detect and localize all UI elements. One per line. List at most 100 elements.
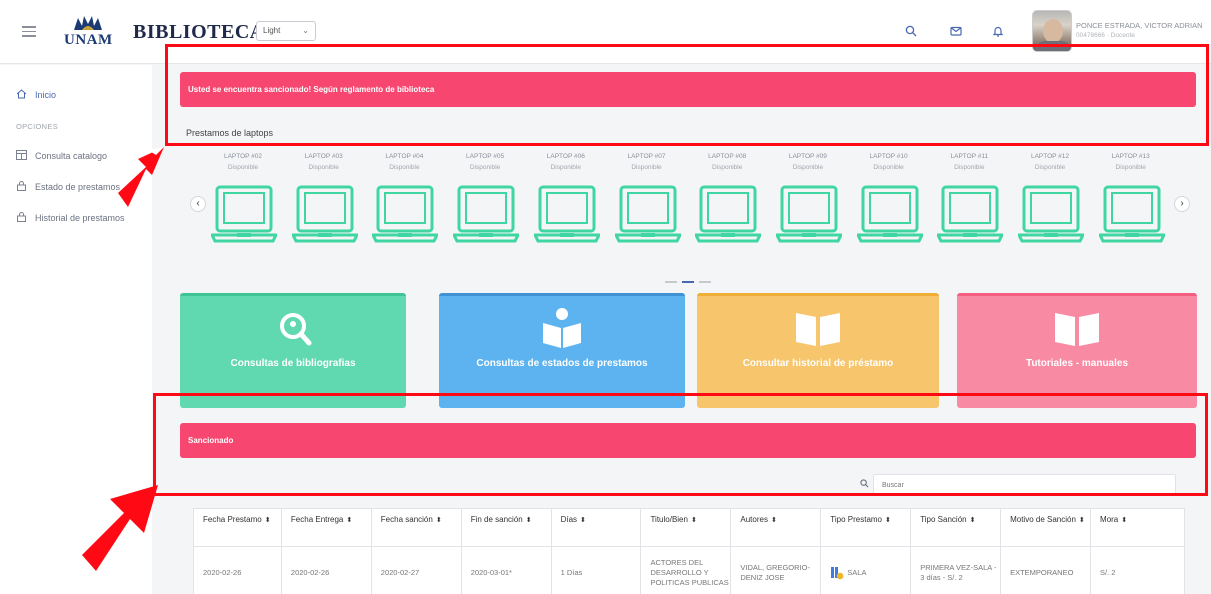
sort-icon[interactable]: ⬍ [771,517,777,524]
cell-fecha-sancion: 2020-02-27 [370,546,462,594]
carousel-dot-active[interactable] [682,281,694,283]
sort-icon[interactable]: ⬍ [691,517,697,524]
card-label: Consultar historial de préstamo [742,358,894,369]
laptop-item[interactable]: LAPTOP #05 Disponible [449,153,521,257]
column-header[interactable]: Fecha sanción ⬍ [370,508,462,547]
search-icon[interactable] [904,25,918,39]
app-title: BIBLIOTECA [133,21,265,43]
laptop-status: Disponible [550,164,581,171]
sort-icon[interactable]: ⬍ [265,517,271,524]
open-book-icon [1055,313,1099,346]
laptop-icon [372,185,439,243]
sidebar-item-historial-de-prestamos[interactable]: Historial de prestamos [16,212,125,223]
column-header[interactable]: Autores ⬍ [730,508,822,547]
column-header-label: Fin de sanción [470,515,523,524]
sort-icon[interactable]: ⬍ [526,517,532,524]
mail-icon[interactable] [949,25,963,39]
column-header[interactable]: Fin de sanción ⬍ [460,508,552,547]
unam-emblem-icon [74,16,102,30]
card-consultas-bibliografias[interactable]: Consultas de bibliografias [180,293,406,408]
column-header[interactable]: Tipo Sanción ⬍ [910,508,1002,547]
laptop-item[interactable]: LAPTOP #02 Disponible [207,153,279,257]
laptop-name: LAPTOP #09 [788,153,827,160]
laptop-status: Disponible [308,164,339,171]
laptop-item[interactable]: LAPTOP #09 Disponible [772,153,844,257]
carousel-prev-button[interactable]: ‹ [190,196,206,212]
bell-icon[interactable] [991,25,1005,39]
card-label: Consultas de estados de prestamos [476,358,648,369]
cell-autores: VIDAL, GREGORIO-DENIZ JOSE [730,546,822,594]
laptop-item[interactable]: LAPTOP #11 Disponible [933,153,1005,257]
hamburger-menu-icon[interactable] [22,26,36,37]
laptop-icon [614,185,681,243]
laptop-name: LAPTOP #12 [1030,153,1070,160]
sidebar-item-label: Estado de prestamos [35,182,121,192]
logo-text: UNAM [64,32,113,48]
cell-tipo-prestamo-text: SALA [847,567,867,577]
laptop-status: Disponible [227,164,259,171]
laptop-status: Disponible [389,164,420,171]
cell-dias: 1 Días [550,546,642,594]
laptop-icon [695,185,762,243]
laptop-item[interactable]: LAPTOP #07 Disponible [611,153,683,257]
sidebar-item-consulta-catalogo[interactable]: Consulta catalogo [16,150,107,161]
annotation-box-bottom [153,393,1208,496]
sort-icon[interactable]: ⬍ [346,517,352,524]
laptop-item[interactable]: LAPTOP #06 Disponible [530,153,602,257]
unam-logo[interactable]: UNAM [64,14,112,48]
sort-icon[interactable]: ⬍ [436,517,442,524]
sort-icon[interactable]: ⬍ [885,517,891,524]
laptop-icon [937,185,1004,243]
laptop-item[interactable]: LAPTOP #04 Disponible [368,153,440,257]
column-header[interactable]: Fecha Prestamo ⬍ [193,508,282,547]
annotation-box-top [165,44,1209,146]
card-tutoriales-manuales[interactable]: Tutoriales - manuales [957,293,1197,408]
home-icon [16,89,27,99]
column-header[interactable]: Motivo de Sanción ⬍ [1000,508,1092,547]
column-header[interactable]: Fecha Entrega ⬍ [280,508,372,547]
column-header-label: Titulo/Bien [650,515,688,524]
column-header-label: Autores [740,515,768,524]
laptop-item[interactable]: LAPTOP #10 Disponible [853,153,925,257]
laptop-icon [291,185,358,243]
laptop-item[interactable]: LAPTOP #03 Disponible [288,153,360,257]
annotation-arrow-icon [82,485,158,571]
theme-select[interactable]: Light ⌄ [256,21,316,41]
column-header-label: Tipo Sanción [920,515,967,524]
laptop-item[interactable]: LAPTOP #08 Disponible [691,153,763,257]
laptop-icon [1018,185,1084,243]
column-header[interactable]: Mora ⬍ [1090,508,1185,547]
chevron-down-icon: ⌄ [302,26,309,35]
laptop-status: Disponible [469,164,501,171]
column-header-label: Motivo de Sanción [1010,515,1076,524]
sort-icon[interactable]: ⬍ [580,517,586,524]
sidebar-item-inicio[interactable]: Inicio [16,89,56,100]
laptop-item[interactable]: LAPTOP #12 Disponible [1014,153,1086,257]
card-historial-prestamo[interactable]: Consultar historial de préstamo [697,293,939,408]
search-location-icon [280,313,312,346]
carousel-next-button[interactable]: › [1174,196,1190,212]
laptop-name: LAPTOP #03 [304,153,343,160]
laptop-name: LAPTOP #10 [869,153,908,160]
sort-icon[interactable]: ⬍ [1079,517,1085,524]
card-estados-prestamos[interactable]: Consultas de estados de prestamos [439,293,685,408]
sort-icon[interactable]: ⬍ [970,517,976,524]
laptop-name: LAPTOP #08 [708,153,747,160]
carousel-dot[interactable] [699,281,711,283]
laptop-name: LAPTOP #02 [223,153,263,160]
laptop-name: LAPTOP #04 [385,153,424,160]
carousel-dot[interactable] [665,281,677,283]
laptop-icon [453,185,520,243]
cell-tipo-prestamo: SALA [820,546,912,594]
card-label: Tutoriales - manuales [1025,358,1129,369]
laptop-icon [211,185,277,243]
column-header[interactable]: Titulo/Bien ⬍ [640,508,732,547]
laptop-name: LAPTOP #13 [1111,153,1150,160]
sidebar-item-estado-de-prestamos[interactable]: Estado de prestamos [16,181,120,192]
sort-icon[interactable]: ⬍ [1121,517,1127,524]
column-header[interactable]: Tipo Prestamo ⬍ [820,508,912,547]
sanctions-table: Fecha Prestamo ⬍ Fecha Entrega ⬍ Fecha sanci… [193,508,1185,594]
cell-mora: S/. 2 [1090,546,1185,594]
column-header[interactable]: Días ⬍ [550,508,642,547]
laptop-item[interactable]: LAPTOP #13 Disponible [1095,153,1167,257]
